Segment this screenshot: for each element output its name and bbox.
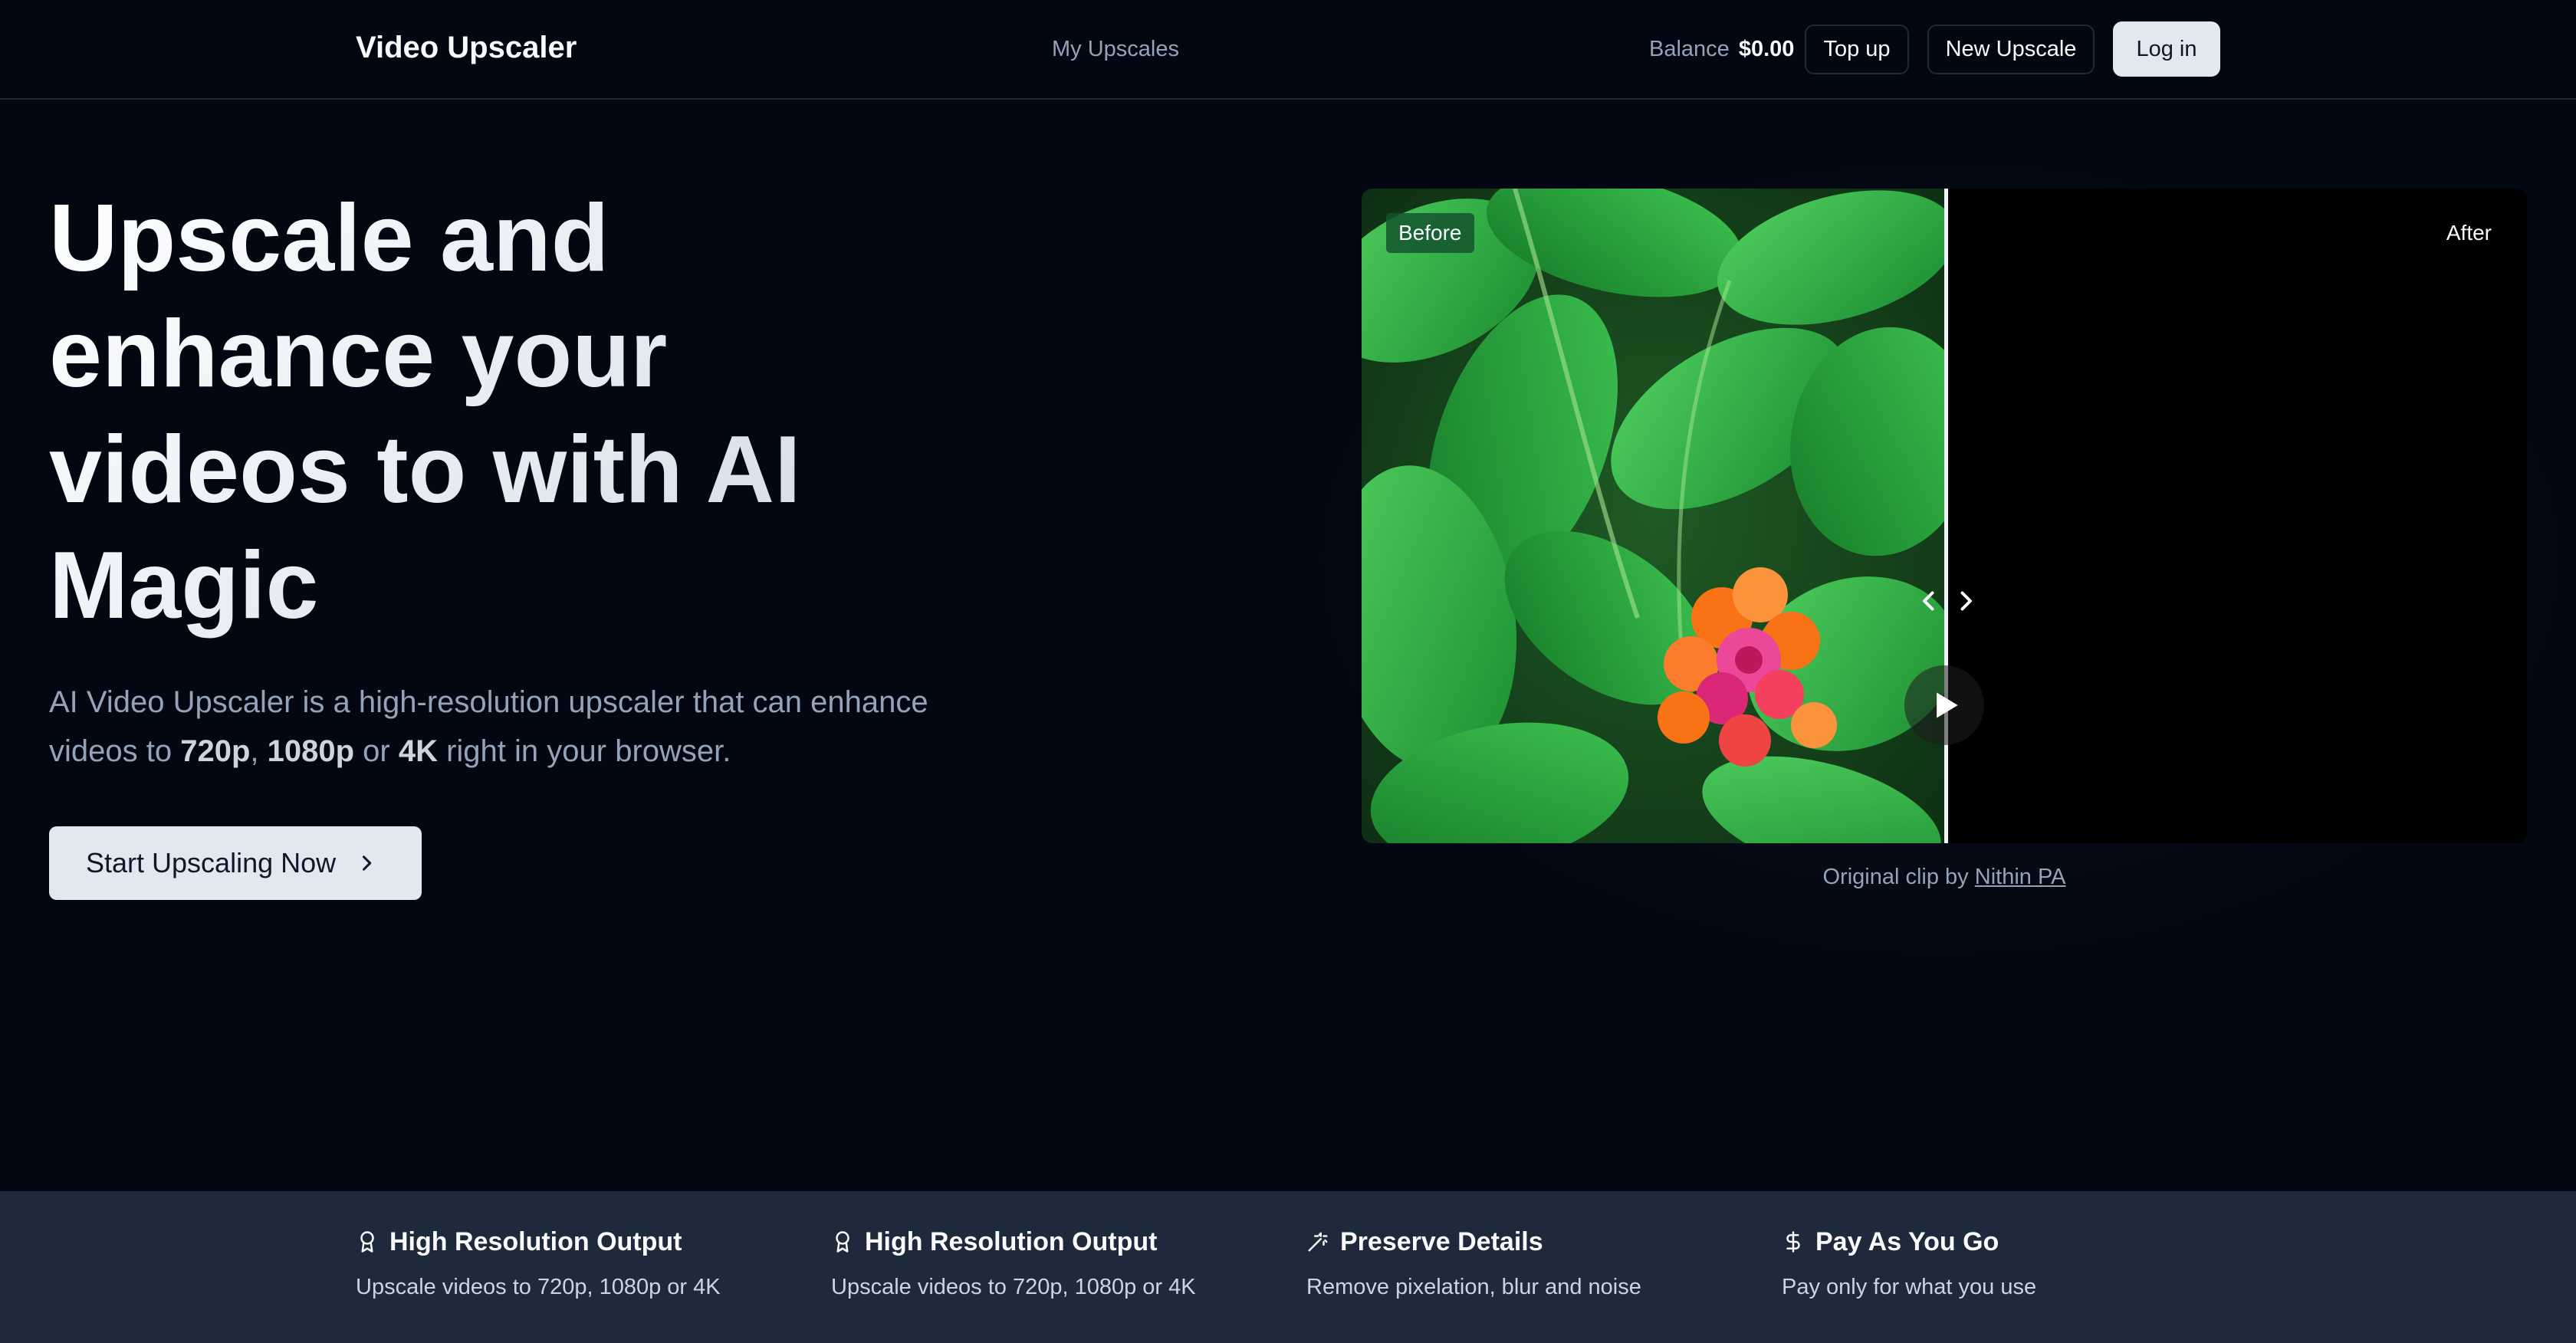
res-4k: 4K bbox=[398, 734, 438, 768]
balance-value: $0.00 bbox=[1738, 37, 1795, 61]
chevron-left-icon bbox=[1923, 591, 1934, 611]
feature-description: Upscale videos to 720p, 1080p or 4K bbox=[356, 1275, 721, 1299]
credit-prefix: Original clip by bbox=[1822, 865, 1975, 889]
video-credit: Original clip by Nithin PA bbox=[1362, 862, 2527, 892]
hero-desc-sep: or bbox=[354, 734, 399, 768]
after-label: After bbox=[2446, 221, 2492, 245]
slider-arrows[interactable] bbox=[1915, 583, 1980, 619]
feature-item: Preserve Details Remove pixelation, blur… bbox=[1306, 1225, 1736, 1302]
chevron-right-icon bbox=[363, 855, 372, 871]
page: Video Upscaler My Upscales Balance $0.00 … bbox=[0, 0, 2576, 1343]
cta-label: Start Upscaling Now bbox=[86, 847, 337, 878]
feature-item: High Resolution Output Upscale videos to… bbox=[356, 1225, 785, 1302]
feature-title: High Resolution Output bbox=[865, 1226, 1158, 1256]
feature-head: Preserve Details bbox=[1306, 1225, 1736, 1259]
balance-label: Balance bbox=[1649, 37, 1730, 61]
feature-item: High Resolution Output Upscale videos to… bbox=[831, 1225, 1260, 1302]
before-label: Before bbox=[1386, 213, 1474, 253]
nav-my-upscales[interactable]: My Upscales bbox=[1052, 35, 1179, 63]
feature-title: High Resolution Output bbox=[389, 1226, 682, 1256]
feature-item: Pay As You Go Pay only for what you use bbox=[1782, 1225, 2211, 1302]
hero-title: Upscale and enhance your videos to with … bbox=[49, 181, 969, 644]
dollar-icon bbox=[1786, 1231, 1800, 1253]
new-upscale-button[interactable]: New Upscale bbox=[1927, 25, 2095, 74]
hero-description: AI Video Upscaler is a high-resolution u… bbox=[49, 678, 969, 776]
magic-wand-icon bbox=[1308, 1232, 1328, 1252]
chevron-right-icon bbox=[1960, 591, 1972, 611]
res-1080p: 1080p bbox=[267, 734, 355, 768]
res-720p: 720p bbox=[180, 734, 251, 768]
hero-desc-text: right in your browser. bbox=[437, 734, 731, 768]
feature-title: Preserve Details bbox=[1340, 1226, 1543, 1256]
login-button[interactable]: Log in bbox=[2113, 21, 2220, 77]
features-bar: High Resolution Output Upscale videos to… bbox=[0, 1191, 2576, 1343]
before-video-frame: Before bbox=[1362, 189, 1946, 843]
credit-author-link[interactable]: Nithin PA bbox=[1975, 865, 2066, 889]
balance-display: Balance $0.00 bbox=[1649, 35, 1794, 63]
after-video-frame: After bbox=[1946, 189, 2527, 843]
feature-description: Pay only for what you use bbox=[1782, 1275, 2037, 1299]
feature-head: High Resolution Output bbox=[831, 1225, 1260, 1259]
feature-head: Pay As You Go bbox=[1782, 1225, 2211, 1259]
before-after-viewer[interactable]: Before After bbox=[1362, 189, 2527, 843]
hero-desc-sep: , bbox=[250, 734, 268, 768]
flower-video-thumbnail bbox=[1362, 189, 1946, 843]
top-up-button[interactable]: Top up bbox=[1805, 25, 1909, 74]
top-nav: Video Upscaler My Upscales Balance $0.00 … bbox=[0, 0, 2576, 100]
feature-title: Pay As You Go bbox=[1815, 1226, 1999, 1256]
play-button[interactable] bbox=[1904, 665, 1984, 745]
award-icon bbox=[836, 1231, 849, 1253]
play-icon bbox=[1937, 692, 1958, 718]
feature-description: Upscale videos to 720p, 1080p or 4K bbox=[831, 1275, 1196, 1299]
brand-logo[interactable]: Video Upscaler bbox=[356, 29, 577, 66]
feature-description: Remove pixelation, blur and noise bbox=[1306, 1275, 1641, 1299]
start-upscaling-button[interactable]: Start Upscaling Now bbox=[49, 826, 422, 900]
award-icon bbox=[360, 1231, 374, 1253]
feature-head: High Resolution Output bbox=[356, 1225, 785, 1259]
